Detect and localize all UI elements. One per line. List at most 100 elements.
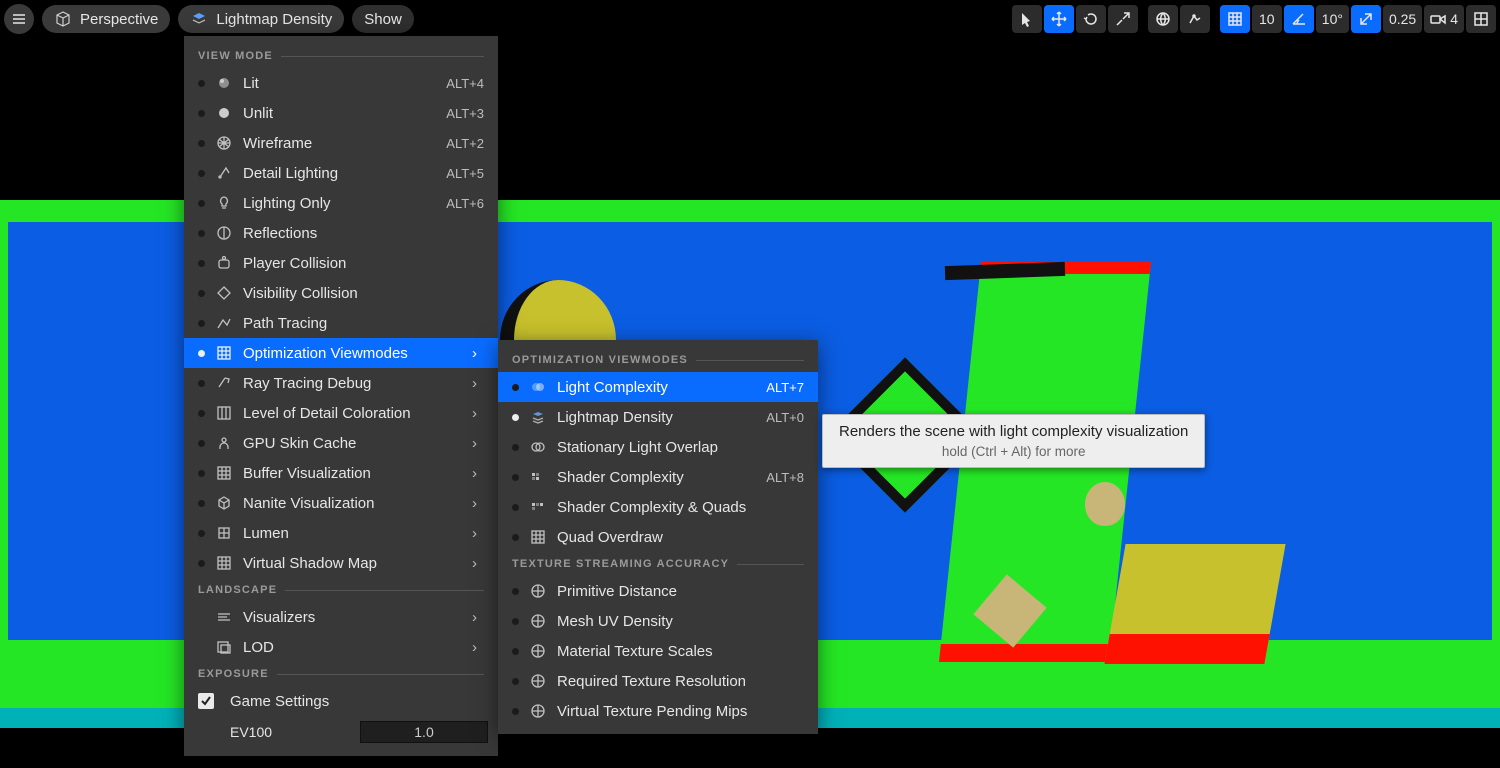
- scale-snap-toggle[interactable]: [1351, 5, 1381, 33]
- scene-geom: [1085, 482, 1125, 526]
- landscape-lod-icon: [215, 638, 233, 656]
- menu-item-quad-overdraw[interactable]: Quad Overdraw: [498, 522, 818, 552]
- visualizers-icon: [215, 608, 233, 626]
- menu-item-buffer-visualization[interactable]: Buffer Visualization›: [184, 458, 498, 488]
- menu-item-material-texture-scales[interactable]: Material Texture Scales: [498, 636, 818, 666]
- menu-item-landscape-lod[interactable]: LOD›: [184, 632, 498, 662]
- menu-item-player-collision[interactable]: Player Collision: [184, 248, 498, 278]
- menu-item-shader-complexity-quads[interactable]: Shader Complexity & Quads: [498, 492, 818, 522]
- tooltip-title: Renders the scene with light complexity …: [839, 423, 1188, 440]
- section-header: LANDSCAPE: [184, 578, 498, 602]
- player-collision-icon: [215, 254, 233, 272]
- tooltip-subtitle: hold (Ctrl + Alt) for more: [839, 444, 1188, 459]
- viewport-options-button[interactable]: [4, 4, 34, 34]
- grid-snap-toggle[interactable]: [1220, 5, 1250, 33]
- unlit-icon: [215, 104, 233, 122]
- viewmode-dropdown[interactable]: Lightmap Density: [178, 5, 344, 33]
- perspective-label: Perspective: [80, 11, 158, 28]
- menu-item-light-complexity[interactable]: Light ComplexityALT+7: [498, 372, 818, 402]
- rotate-tool[interactable]: [1076, 5, 1106, 33]
- menu-item-lighting-only[interactable]: Lighting OnlyALT+6: [184, 188, 498, 218]
- menu-item-stationary-light-overlap[interactable]: Stationary Light Overlap: [498, 432, 818, 462]
- surface-snap-toggle[interactable]: [1180, 5, 1210, 33]
- buffer-icon: [215, 464, 233, 482]
- show-dropdown[interactable]: Show: [352, 5, 414, 33]
- visibility-collision-icon: [215, 284, 233, 302]
- menu-item-virtual-texture-pending-mips[interactable]: Virtual Texture Pending Mips: [498, 696, 818, 726]
- reflections-icon: [215, 224, 233, 242]
- translate-tool[interactable]: [1044, 5, 1074, 33]
- detail-lighting-icon: [215, 164, 233, 182]
- scale-tool[interactable]: [1108, 5, 1138, 33]
- menu-item-virtual-shadow-map[interactable]: Virtual Shadow Map›: [184, 548, 498, 578]
- perspective-dropdown[interactable]: Perspective: [42, 5, 170, 33]
- menu-item-shader-complexity[interactable]: Shader ComplexityALT+8: [498, 462, 818, 492]
- checkbox-checked-icon: [198, 693, 214, 709]
- viewport-layout[interactable]: [1466, 5, 1496, 33]
- menu-item-reflections[interactable]: Reflections: [184, 218, 498, 248]
- lod-icon: [215, 404, 233, 422]
- shader-complexity-icon: [529, 468, 547, 486]
- shader-quads-icon: [529, 498, 547, 516]
- menu-item-required-texture-resolution[interactable]: Required Texture Resolution: [498, 666, 818, 696]
- coord-space-toggle[interactable]: [1148, 5, 1178, 33]
- globe-icon: [529, 582, 547, 600]
- menu-item-lightmap-density[interactable]: Lightmap DensityALT+0: [498, 402, 818, 432]
- select-tool[interactable]: [1012, 5, 1042, 33]
- lumen-icon: [215, 524, 233, 542]
- menu-item-lumen[interactable]: Lumen›: [184, 518, 498, 548]
- layers-icon: [190, 10, 208, 28]
- menu-item-ray-tracing-debug[interactable]: Ray Tracing Debug›: [184, 368, 498, 398]
- gpu-skin-icon: [215, 434, 233, 452]
- ev100-input[interactable]: [360, 721, 488, 743]
- layers-icon: [529, 408, 547, 426]
- grid-snap-value[interactable]: 10: [1252, 5, 1282, 33]
- ray-tracing-icon: [215, 374, 233, 392]
- angle-snap-toggle[interactable]: [1284, 5, 1314, 33]
- menu-item-mesh-uv-density[interactable]: Mesh UV Density: [498, 606, 818, 636]
- section-header: VIEW MODE: [184, 44, 498, 68]
- chevron-right-icon: ›: [472, 345, 484, 362]
- globe-icon: [529, 672, 547, 690]
- menu-item-gpu-skin-cache[interactable]: GPU Skin Cache›: [184, 428, 498, 458]
- globe-icon: [529, 642, 547, 660]
- viewmode-label: Lightmap Density: [216, 11, 332, 28]
- toolbar-right: 10 10° 0.25 4: [1012, 5, 1496, 33]
- bulb-icon: [215, 194, 233, 212]
- scale-snap-value[interactable]: 0.25: [1383, 5, 1422, 33]
- scene-geom: [1104, 544, 1285, 664]
- quad-overdraw-icon: [529, 528, 547, 546]
- menu-item-visibility-collision[interactable]: Visibility Collision: [184, 278, 498, 308]
- menu-item-primitive-distance[interactable]: Primitive Distance: [498, 576, 818, 606]
- lit-icon: [215, 74, 233, 92]
- wireframe-icon: [215, 134, 233, 152]
- light-complexity-icon: [529, 378, 547, 396]
- path-tracing-icon: [215, 314, 233, 332]
- viewmode-menu: VIEW MODE LitALT+4 UnlitALT+3 WireframeA…: [184, 36, 498, 756]
- show-label: Show: [364, 11, 402, 28]
- menu-item-lit[interactable]: LitALT+4: [184, 68, 498, 98]
- viewport-toolbar: Perspective Lightmap Density Show 10 10°…: [4, 4, 1496, 34]
- globe-icon: [529, 612, 547, 630]
- tooltip: Renders the scene with light complexity …: [822, 414, 1205, 468]
- section-header: EXPOSURE: [184, 662, 498, 686]
- grid-icon: [215, 344, 233, 362]
- menu-item-visualizers[interactable]: Visualizers›: [184, 602, 498, 632]
- menu-item-optimization-viewmodes[interactable]: Optimization Viewmodes›: [184, 338, 498, 368]
- angle-snap-value[interactable]: 10°: [1316, 5, 1349, 33]
- menu-item-detail-lighting[interactable]: Detail LightingALT+5: [184, 158, 498, 188]
- ev100-row: EV100: [184, 716, 498, 748]
- menu-item-game-settings[interactable]: Game Settings: [184, 686, 498, 716]
- menu-item-unlit[interactable]: UnlitALT+3: [184, 98, 498, 128]
- ev100-label: EV100: [230, 724, 350, 740]
- menu-item-lod-coloration[interactable]: Level of Detail Coloration›: [184, 398, 498, 428]
- section-header: TEXTURE STREAMING ACCURACY: [498, 552, 818, 576]
- section-header: OPTIMIZATION VIEWMODES: [498, 348, 818, 372]
- menu-item-path-tracing[interactable]: Path Tracing: [184, 308, 498, 338]
- globe-icon: [529, 702, 547, 720]
- menu-item-nanite-visualization[interactable]: Nanite Visualization›: [184, 488, 498, 518]
- vsm-icon: [215, 554, 233, 572]
- menu-item-wireframe[interactable]: WireframeALT+2: [184, 128, 498, 158]
- stationary-light-icon: [529, 438, 547, 456]
- camera-speed[interactable]: 4: [1424, 5, 1464, 33]
